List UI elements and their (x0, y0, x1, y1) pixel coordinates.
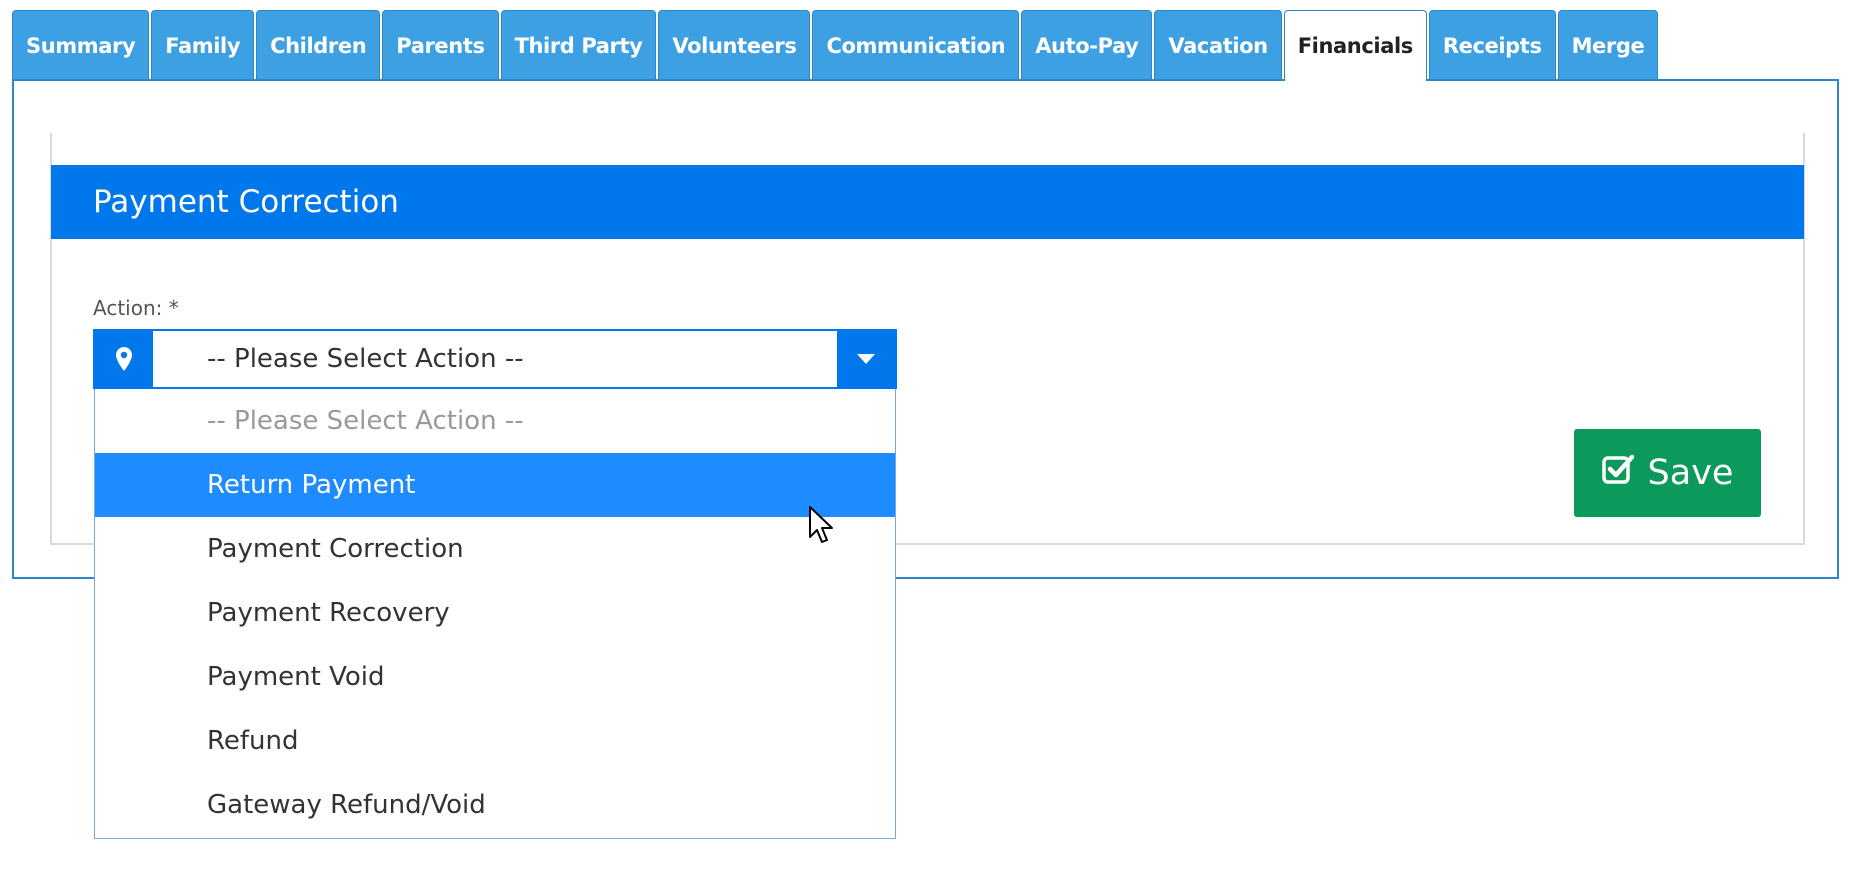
section-title: Payment Correction (93, 184, 399, 220)
dropdown-option-payment-void[interactable]: Payment Void (95, 645, 895, 709)
section-header: Payment Correction (51, 165, 1804, 239)
tab-merge[interactable]: Merge (1557, 10, 1659, 80)
action-label: Action: * (93, 296, 179, 320)
caret-down-icon[interactable] (837, 331, 895, 387)
action-dropdown-list: -- Please Select Action -- Return Paymen… (94, 389, 896, 839)
dropdown-option-return-payment[interactable]: Return Payment (95, 453, 895, 517)
map-marker-icon (95, 331, 153, 387)
check-square-icon (1601, 453, 1634, 494)
dropdown-option-refund[interactable]: Refund (95, 709, 895, 773)
action-select-value: -- Please Select Action -- (207, 344, 524, 374)
tab-third-party[interactable]: Third Party (500, 10, 657, 80)
tab-receipts[interactable]: Receipts (1428, 10, 1556, 80)
tab-communication[interactable]: Communication (812, 10, 1020, 80)
tab-bar: Summary Family Children Parents Third Pa… (12, 10, 1660, 81)
dropdown-option-payment-recovery[interactable]: Payment Recovery (95, 581, 895, 645)
tab-vacation[interactable]: Vacation (1154, 10, 1282, 80)
dropdown-option-placeholder[interactable]: -- Please Select Action -- (95, 389, 895, 453)
save-button[interactable]: Save (1574, 429, 1761, 517)
tab-financials[interactable]: Financials (1283, 10, 1427, 81)
mouse-cursor-icon (809, 506, 833, 543)
save-button-label: Save (1647, 453, 1734, 493)
tab-children[interactable]: Children (256, 10, 381, 80)
dropdown-option-payment-correction[interactable]: Payment Correction (95, 517, 895, 581)
tab-family[interactable]: Family (151, 10, 255, 80)
tab-auto-pay[interactable]: Auto-Pay (1021, 10, 1153, 80)
tab-volunteers[interactable]: Volunteers (658, 10, 811, 80)
action-select[interactable]: -- Please Select Action -- (93, 329, 897, 389)
dropdown-option-gateway-refund-void[interactable]: Gateway Refund/Void (95, 773, 895, 837)
tab-summary[interactable]: Summary (12, 10, 150, 80)
tab-parents[interactable]: Parents (382, 10, 499, 80)
